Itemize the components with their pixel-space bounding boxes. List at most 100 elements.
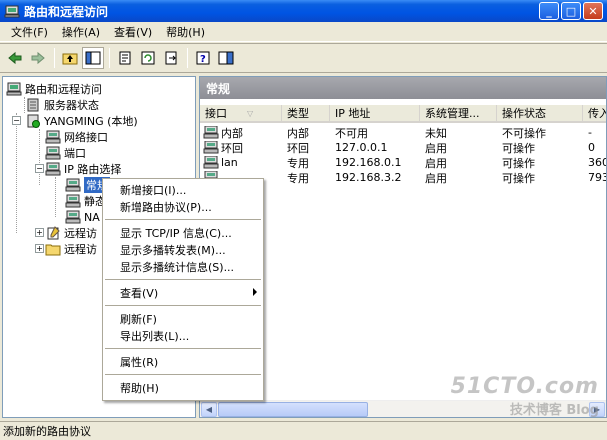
collapse-server-icon[interactable]: − — [12, 116, 21, 125]
expand-remote-policies-icon[interactable]: + — [35, 228, 44, 237]
menu-view-submenu[interactable]: 查看(V) — [103, 284, 263, 301]
interface-list: 内部 内部 不可用 未知 不可操作 - 环回 环回 127.0.0.1 启用 可… — [200, 125, 607, 185]
cell-ip: 192.168.0.1 — [335, 156, 402, 169]
action-pane-icon — [218, 51, 234, 65]
help-button[interactable]: ? — [192, 47, 214, 69]
maximize-icon: □ — [565, 4, 577, 18]
menu-separator — [105, 348, 261, 349]
menu-separator — [105, 374, 261, 375]
menu-show-tcpip-info[interactable]: 显示 TCP/IP 信息(C)... — [103, 224, 263, 241]
minimize-icon: _ — [546, 4, 552, 18]
menu-separator — [105, 219, 261, 220]
menu-new-routing-protocol[interactable]: 新增路由协议(P)... — [103, 198, 263, 215]
tree-server-status-label: 服务器状态 — [44, 99, 99, 112]
action-pane-button[interactable] — [215, 47, 237, 69]
tree-network-interfaces[interactable]: 网络接口 — [45, 129, 108, 145]
tree-server[interactable]: YANGMING (本地) — [25, 113, 138, 129]
menu-properties[interactable]: 属性(R) — [103, 353, 263, 370]
watermark-subtitle: 技术博客 Blog — [509, 403, 599, 418]
expand-remote-logging-icon[interactable]: + — [35, 244, 44, 253]
menu-action[interactable]: 操作(A) — [55, 22, 107, 42]
cell-iface-text: 内部 — [221, 126, 243, 140]
cell-incoming: 793 — [588, 171, 607, 184]
tree-remote-access-policies[interactable]: 远程访 — [45, 225, 97, 241]
tree-nat[interactable]: NA — [65, 209, 100, 225]
nat-icon — [65, 210, 81, 224]
cell-oper: 可操作 — [502, 171, 535, 185]
interface-icon — [203, 126, 219, 139]
menu-export-list[interactable]: 导出列表(L)... — [103, 327, 263, 344]
tree-ip-routing[interactable]: IP 路由选择 — [45, 161, 121, 177]
loopback-interface-icon — [203, 141, 219, 154]
cell-oper: 可操作 — [502, 156, 535, 170]
tree-remote1-label: 远程访 — [64, 227, 97, 240]
menu-new-interface[interactable]: 新增接口(I)... — [103, 181, 263, 198]
tree-root-label: 路由和远程访问 — [25, 83, 102, 96]
maximize-button[interactable]: □ — [561, 2, 581, 20]
tree-ports-label: 端口 — [64, 147, 86, 160]
watermark-logo: 51CTO.com — [450, 374, 599, 399]
context-menu: 新增接口(I)... 新增路由协议(P)... 显示 TCP/IP 信息(C).… — [102, 178, 264, 401]
tree-root[interactable]: 路由和远程访问 — [6, 81, 102, 97]
scrollbar-thumb[interactable] — [218, 402, 368, 417]
export-list-button[interactable] — [160, 47, 182, 69]
tree-nat-label: NA — [84, 210, 100, 224]
cell-ip: 127.0.0.1 — [335, 141, 388, 154]
svg-text:?: ? — [200, 54, 206, 65]
menu-file[interactable]: 文件(F) — [4, 22, 55, 42]
server-up-icon — [27, 114, 40, 128]
cell-iface: 内部 — [200, 125, 282, 141]
col-admin-status[interactable]: 系统管理... — [420, 105, 497, 123]
table-row[interactable]: lan 专用 192.168.0.1 启用 可操作 360 — [200, 155, 607, 170]
rras-icon — [6, 82, 22, 96]
menu-refresh[interactable]: 刷新(F) — [103, 310, 263, 327]
collapse-ip-routing-icon[interactable]: − — [35, 164, 44, 173]
col-type[interactable]: 类型 — [282, 105, 330, 123]
tree-ports[interactable]: 端口 — [45, 145, 86, 161]
tree-network-interfaces-label: 网络接口 — [64, 131, 108, 144]
minimize-button[interactable]: _ — [539, 2, 559, 20]
cell-oper: 可操作 — [502, 141, 535, 155]
sort-indicator-icon: ▽ — [247, 108, 254, 118]
properties-button[interactable] — [114, 47, 136, 69]
cell-iface: lan — [200, 156, 282, 169]
table-row[interactable]: 内部 内部 不可用 未知 不可操作 - — [200, 125, 606, 141]
cell-iface: 环回 — [200, 140, 282, 156]
status-bar: 添加新的路由协议 — [0, 421, 607, 440]
title-bar: 路由和远程访问 _ □ ✕ — [0, 0, 607, 22]
show-hide-tree-button[interactable] — [82, 47, 104, 69]
refresh-button[interactable] — [137, 47, 159, 69]
server-status-icon — [27, 98, 39, 112]
general-icon — [65, 178, 81, 192]
col-incoming-label: 传入 — [588, 107, 606, 120]
cell-type: 环回 — [287, 141, 309, 155]
menu-show-multicast-forwarding[interactable]: 显示多播转发表(M)... — [103, 241, 263, 258]
ports-icon — [45, 146, 61, 160]
cell-incoming: 360 — [588, 156, 607, 169]
close-button[interactable]: ✕ — [583, 2, 603, 20]
menu-help-item[interactable]: 帮助(H) — [103, 379, 263, 396]
menu-view[interactable]: 查看(V) — [107, 22, 159, 42]
tree-static-routes[interactable]: 静态 — [65, 193, 106, 209]
properties-icon — [119, 51, 131, 65]
back-icon — [8, 51, 22, 65]
menu-view-label: 查看(V) — [120, 286, 159, 300]
menu-show-multicast-stats[interactable]: 显示多播统计信息(S)... — [103, 258, 263, 275]
tree-server-status[interactable]: 服务器状态 — [25, 97, 99, 113]
close-icon: ✕ — [588, 4, 598, 18]
back-button[interactable] — [4, 47, 26, 69]
col-interface[interactable]: 接口 ▽ — [200, 105, 282, 123]
cell-ip: 不可用 — [335, 126, 368, 140]
scroll-left-button[interactable]: ◀ — [201, 402, 217, 417]
col-ip-address[interactable]: IP 地址 — [330, 105, 420, 123]
col-oper-label: 操作状态 — [502, 107, 546, 120]
up-one-level-button[interactable] — [59, 47, 81, 69]
col-operational-status[interactable]: 操作状态 — [497, 105, 583, 123]
toolbar: ? — [0, 43, 607, 73]
forward-button[interactable] — [27, 47, 49, 69]
tree-remote-access-logging[interactable]: 远程访 — [45, 241, 97, 257]
col-incoming[interactable]: 传入 — [583, 105, 606, 123]
menu-help[interactable]: 帮助(H) — [159, 22, 212, 42]
table-row[interactable]: 环回 环回 127.0.0.1 启用 可操作 0 — [200, 140, 606, 156]
up-icon — [62, 53, 78, 65]
